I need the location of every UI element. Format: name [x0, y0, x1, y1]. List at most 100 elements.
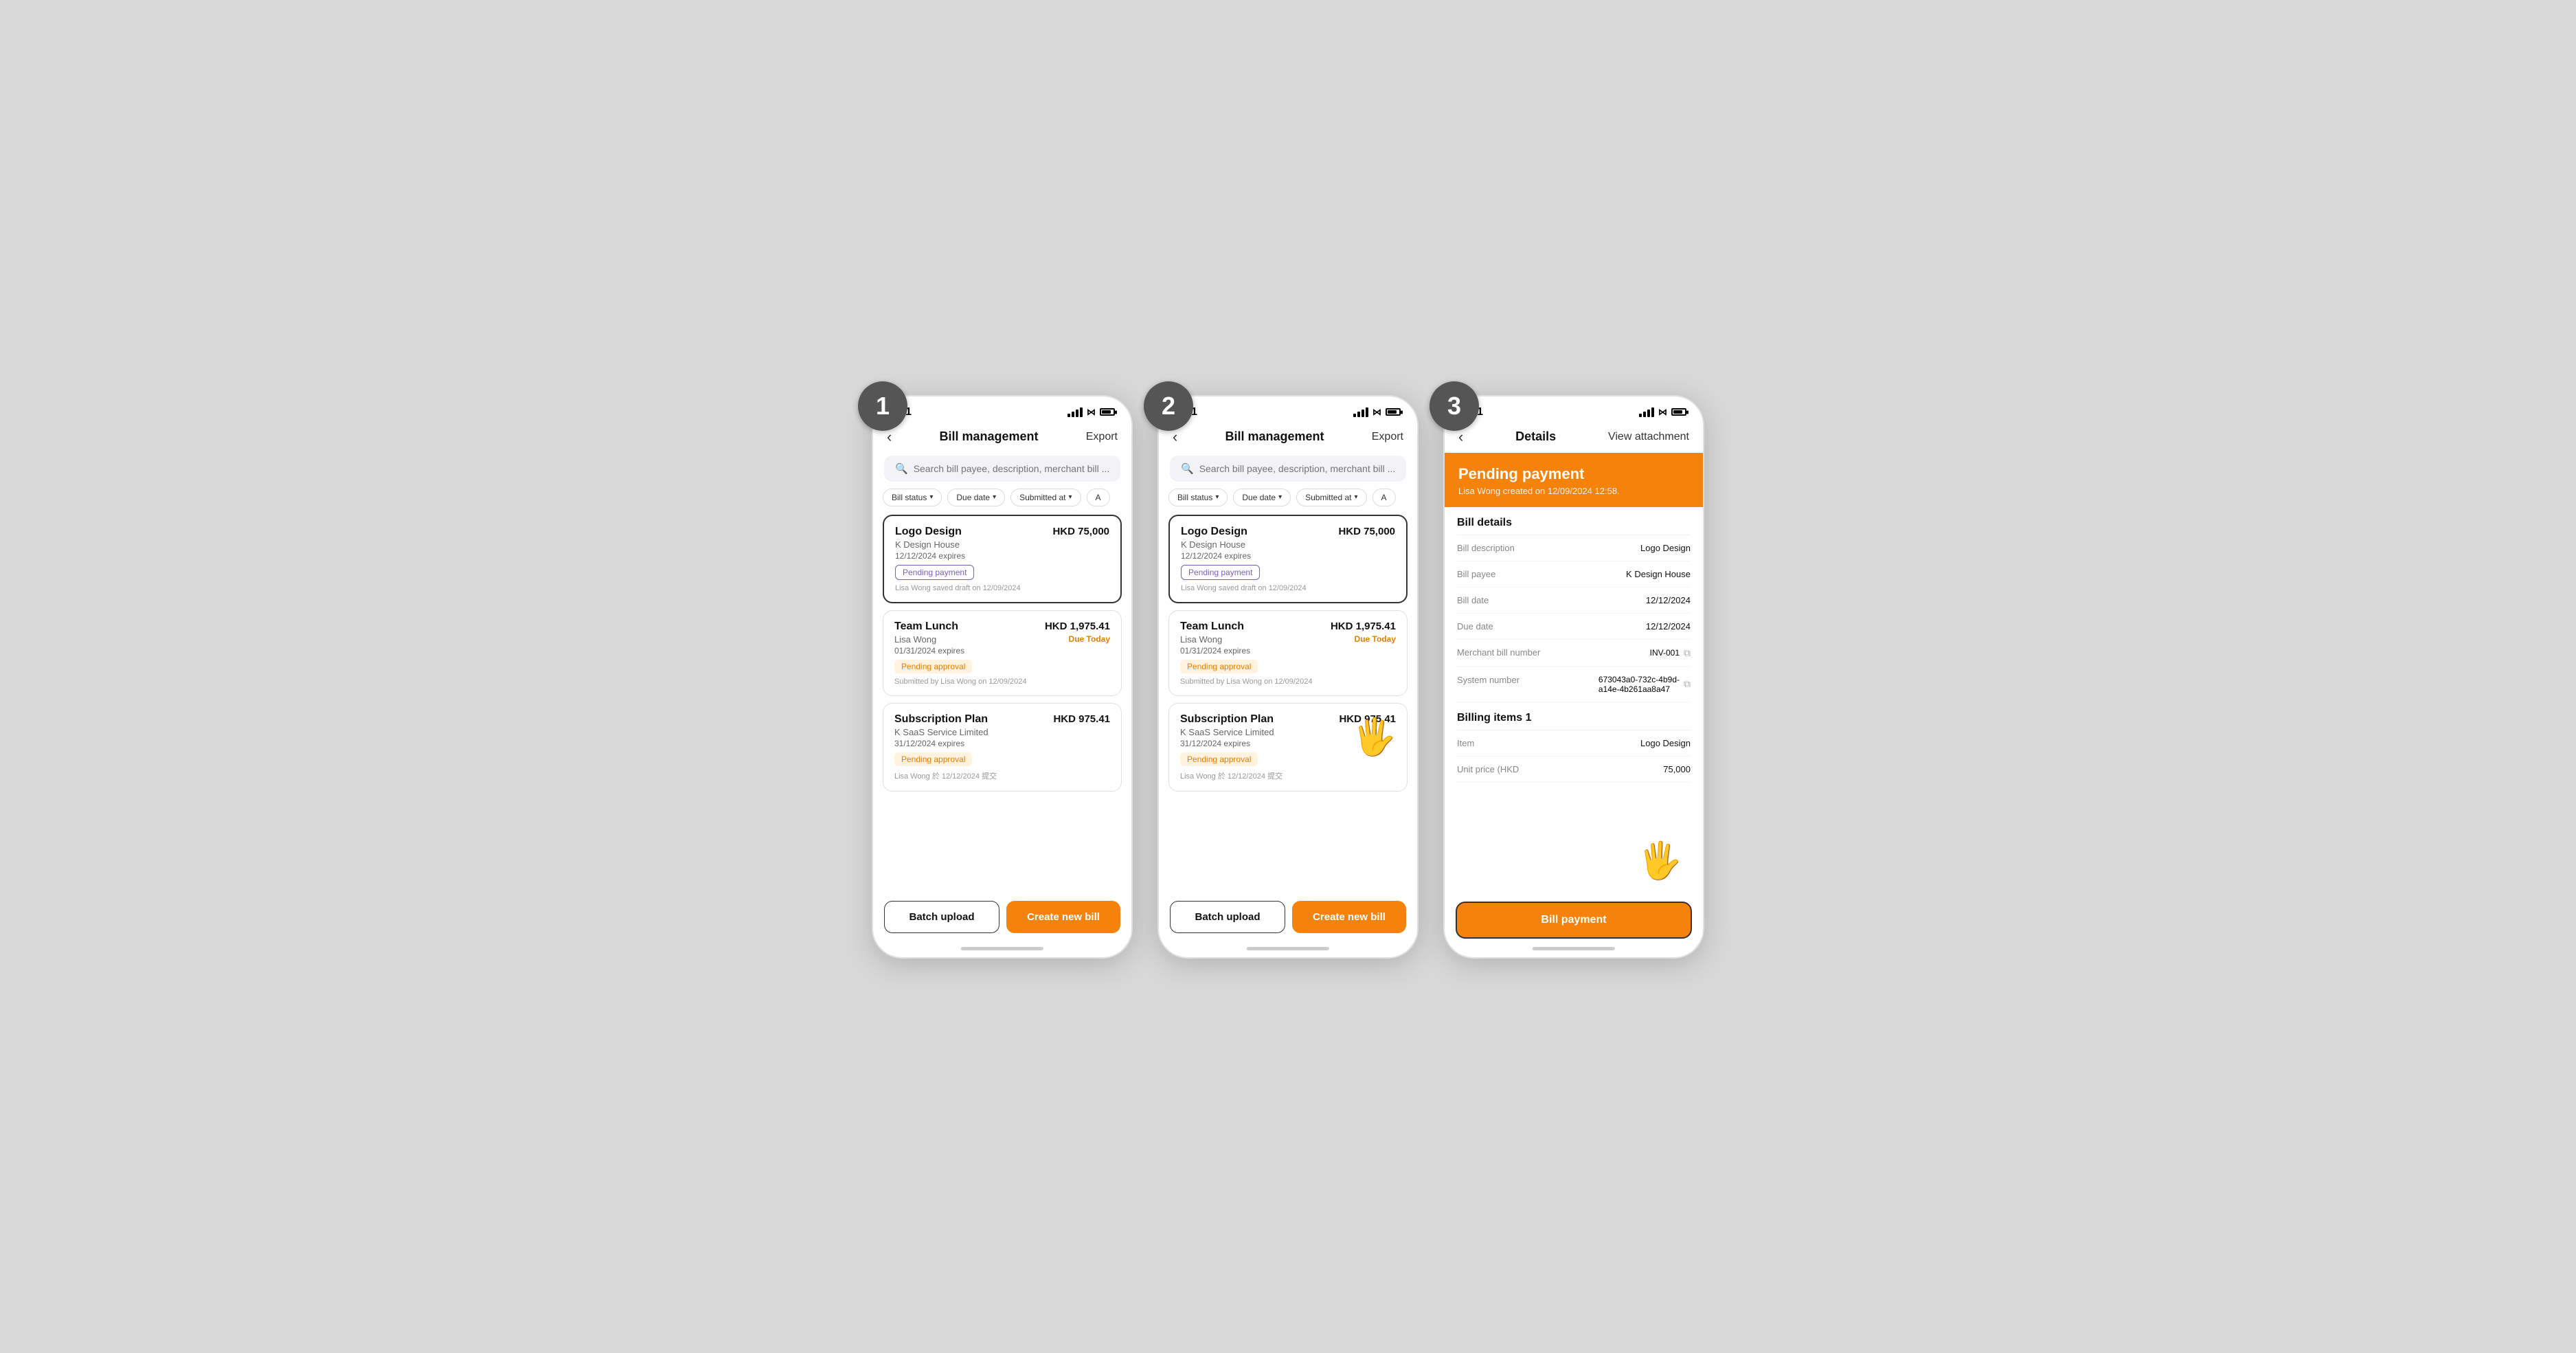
filter-chip[interactable]: Submitted at ▾ — [1010, 489, 1081, 506]
back-button[interactable]: ‹ — [1458, 428, 1463, 446]
detail-label: Merchant bill number — [1457, 647, 1650, 658]
wifi-icon: ⋈ — [1087, 407, 1096, 418]
chevron-down-icon: ▾ — [1278, 493, 1282, 501]
detail-value: 12/12/2024 — [1550, 621, 1691, 631]
status-bar: 9:41 ⋈ — [1445, 396, 1703, 423]
billing-item-value: 75,000 — [1550, 764, 1691, 774]
nav-title: Details — [1515, 429, 1556, 444]
status-bar: 9:41 ⋈ — [873, 396, 1131, 423]
bill-list: Logo Design HKD 75,000 K Design House 12… — [1159, 515, 1417, 891]
search-bar[interactable]: 🔍 — [884, 456, 1120, 482]
detail-value: Logo Design — [1550, 543, 1691, 553]
filter-label: Due date — [1242, 493, 1276, 502]
nav-bar: ‹ Bill management Export — [1159, 423, 1417, 453]
detail-value: K Design House — [1550, 569, 1691, 579]
bill-name: Logo Design — [1181, 526, 1247, 538]
detail-label: Bill description — [1457, 543, 1550, 553]
bill-card[interactable]: Team Lunch HKD 1,975.41 Lisa Wong Due To… — [1168, 610, 1408, 696]
nav-title: Bill management — [1225, 429, 1324, 444]
wifi-icon: ⋈ — [1372, 407, 1381, 418]
billing-item-row: Unit price (HKD 75,000 — [1457, 757, 1691, 783]
filter-chip[interactable]: Due date ▾ — [947, 489, 1005, 506]
bill-payee: K SaaS Service Limited — [1180, 727, 1274, 737]
bill-name: Logo Design — [895, 526, 962, 538]
bill-amount: HKD 1,975.41 — [1331, 620, 1396, 632]
status-badge: Pending payment — [895, 565, 974, 580]
bill-expiry: 01/31/2024 expires — [1180, 646, 1396, 656]
filter-chip[interactable]: A — [1372, 489, 1396, 506]
status-icons: ⋈ — [1067, 407, 1115, 418]
filter-label: Bill status — [1177, 493, 1212, 502]
copy-icon[interactable]: ⧉ — [1684, 678, 1691, 690]
chevron-down-icon: ▾ — [1355, 493, 1358, 501]
search-icon: 🔍 — [895, 462, 908, 475]
billing-item-value: Logo Design — [1550, 738, 1691, 748]
billing-items-heading: Billing items 1 — [1457, 702, 1691, 730]
bill-payee: Lisa Wong — [894, 634, 936, 645]
filter-label: A — [1381, 493, 1387, 502]
phone-screen-2: 9:41 ⋈ ‹ Bill management Export — [1157, 395, 1419, 959]
batch-upload-button[interactable]: Batch upload — [884, 901, 999, 933]
back-button[interactable]: ‹ — [887, 428, 892, 446]
bill-footer: Submitted by Lisa Wong on 12/09/2024 — [894, 678, 1110, 686]
billing-item-label: Unit price (HKD — [1457, 764, 1550, 774]
status-icons: ⋈ — [1353, 407, 1401, 418]
bottom-bar: Batch upload Create new bill — [873, 891, 1131, 947]
status-badge: Pending approval — [1180, 660, 1258, 673]
chevron-down-icon: ▾ — [929, 493, 933, 501]
filter-label: Submitted at — [1019, 493, 1065, 502]
export-button[interactable]: Export — [1372, 431, 1403, 443]
filter-chip[interactable]: Due date ▾ — [1233, 489, 1291, 506]
step-3: 3 9:41 ⋈ ‹ Details View attach — [1443, 395, 1704, 959]
filter-chip[interactable]: Bill status ▾ — [1168, 489, 1228, 506]
billing-item-label: Item — [1457, 738, 1550, 748]
billing-item-row: Item Logo Design — [1457, 730, 1691, 757]
pending-banner-title: Pending payment — [1458, 465, 1689, 483]
detail-row: Bill date 12/12/2024 — [1457, 588, 1691, 614]
bill-card[interactable]: Logo Design HKD 75,000 K Design House 12… — [1168, 515, 1408, 603]
filter-label: A — [1096, 493, 1101, 502]
bill-footer: Lisa Wong 於 12/12/2024 提交 — [894, 770, 1110, 781]
status-icons: ⋈ — [1639, 407, 1686, 418]
create-bill-button[interactable]: Create new bill — [1006, 901, 1120, 933]
bill-card[interactable]: Team Lunch HKD 1,975.41 Lisa Wong Due To… — [883, 610, 1122, 696]
battery-icon — [1100, 408, 1115, 416]
detail-row: Due date 12/12/2024 — [1457, 614, 1691, 640]
scene: 1 9:41 ⋈ ‹ Bill management Exp — [872, 395, 1704, 959]
bill-footer: Submitted by Lisa Wong on 12/09/2024 — [1180, 678, 1396, 686]
bill-amount: HKD 75,000 — [1338, 526, 1395, 537]
filter-label: Due date — [956, 493, 990, 502]
bill-amount: HKD 975.41 — [1053, 713, 1110, 725]
export-button[interactable]: Export — [1086, 431, 1118, 443]
bill-footer: Lisa Wong saved draft on 12/09/2024 — [1181, 584, 1395, 592]
bill-footer: Lisa Wong saved draft on 12/09/2024 — [895, 584, 1109, 592]
bill-amount: HKD 1,975.41 — [1045, 620, 1110, 632]
bill-payee: K SaaS Service Limited — [894, 727, 988, 737]
step-number-1: 1 — [858, 381, 907, 431]
filter-chip[interactable]: Submitted at ▾ — [1296, 489, 1366, 506]
search-input[interactable] — [914, 463, 1109, 474]
filter-label: Submitted at — [1305, 493, 1351, 502]
search-input[interactable] — [1199, 463, 1395, 474]
search-bar[interactable]: 🔍 — [1170, 456, 1406, 482]
filter-row: Bill status ▾ Due date ▾ Submitted at ▾ — [873, 489, 1131, 515]
copy-icon[interactable]: ⧉ — [1684, 647, 1691, 659]
detail-value: 12/12/2024 — [1550, 595, 1691, 605]
bill-card[interactable]: Subscription Plan HKD 975.41 K SaaS Serv… — [883, 703, 1122, 792]
detail-row: Merchant bill number INV-001 ⧉ — [1457, 640, 1691, 667]
search-icon: 🔍 — [1181, 462, 1194, 475]
detail-label: Bill payee — [1457, 569, 1550, 579]
bill-card[interactable]: Logo Design HKD 75,000 K Design House 12… — [883, 515, 1122, 603]
bill-payee: K Design House — [1181, 539, 1245, 550]
bill-name: Team Lunch — [1180, 620, 1244, 633]
view-attachment-button[interactable]: View attachment — [1608, 431, 1689, 443]
batch-upload-button[interactable]: Batch upload — [1170, 901, 1285, 933]
back-button[interactable]: ‹ — [1173, 428, 1177, 446]
filter-chip[interactable]: A — [1087, 489, 1110, 506]
create-bill-button[interactable]: Create new bill — [1292, 901, 1406, 933]
filter-chip[interactable]: Bill status ▾ — [883, 489, 942, 506]
bill-card[interactable]: Subscription Plan HKD 975.41 K SaaS Serv… — [1168, 703, 1408, 792]
status-badge: Pending payment — [1181, 565, 1260, 580]
bill-payment-button[interactable]: Bill payment — [1456, 902, 1692, 939]
detail-label: System number — [1457, 675, 1598, 685]
